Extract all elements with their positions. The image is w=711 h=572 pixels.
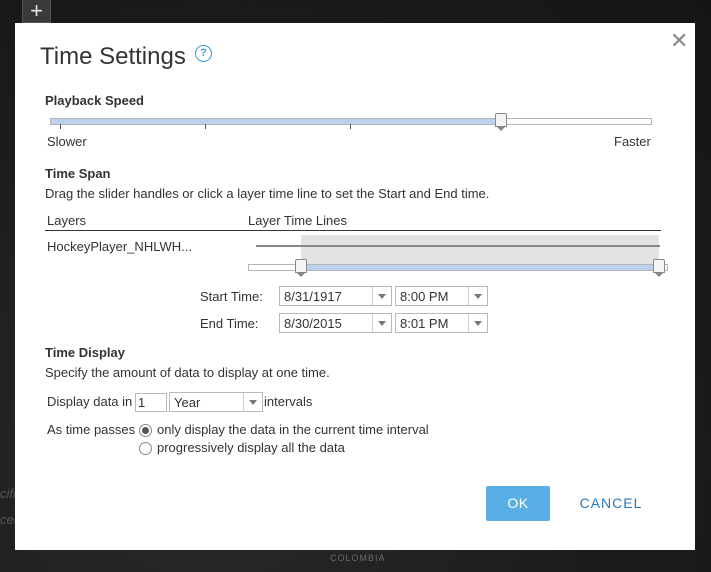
end-date-value: 8/30/2015: [284, 316, 342, 331]
interval-count-input[interactable]: 1: [135, 393, 167, 412]
slider-tick: [350, 124, 351, 129]
playback-speed-slider[interactable]: [50, 118, 652, 125]
layer-time-lines-header: Layer Time Lines: [248, 213, 347, 228]
playback-speed-fill: [51, 119, 501, 124]
time-display-description: Specify the amount of data to display at…: [45, 365, 330, 380]
start-time-handle[interactable]: [295, 259, 307, 277]
dialog-title: Time Settings: [40, 43, 186, 70]
start-date-value: 8/31/1917: [284, 289, 342, 304]
time-span-slider[interactable]: [248, 264, 668, 271]
map-country-label: COLOMBIA: [330, 553, 386, 563]
end-time-handle[interactable]: [653, 259, 665, 277]
time-span-description: Drag the slider handles or click a layer…: [45, 186, 490, 201]
start-time-label: Start Time:: [200, 289, 263, 304]
cancel-button[interactable]: CANCEL: [578, 486, 644, 521]
option-progressive-label[interactable]: progressively display all the data: [157, 440, 345, 455]
playback-speed-title: Playback Speed: [45, 93, 144, 108]
layer-name: HockeyPlayer_NHLWH...: [47, 239, 192, 254]
faster-label: Faster: [614, 134, 651, 149]
time-span-fill: [301, 265, 659, 270]
interval-unit-select[interactable]: Year: [169, 392, 263, 412]
chevron-down-icon[interactable]: [372, 314, 391, 332]
map-label: cifi: [0, 486, 16, 501]
time-settings-dialog: Time Settings ? ✕ Playback Speed Slower …: [15, 23, 695, 550]
zoom-in-button[interactable]: +: [22, 0, 51, 23]
time-span-title: Time Span: [45, 166, 111, 181]
end-time-select[interactable]: 8:01 PM: [395, 313, 488, 333]
chevron-down-icon[interactable]: [372, 287, 391, 305]
interval-unit-value: Year: [174, 395, 201, 410]
end-time-label: End Time:: [200, 316, 259, 331]
playback-speed-handle[interactable]: [495, 113, 507, 131]
end-date-select[interactable]: 8/30/2015: [279, 313, 392, 333]
header-divider: [45, 230, 661, 231]
start-time-value: 8:00 PM: [400, 289, 449, 304]
layers-header: Layers: [47, 213, 87, 228]
radio-progressive[interactable]: [139, 442, 152, 455]
chevron-down-icon[interactable]: [468, 314, 487, 332]
help-icon[interactable]: ?: [195, 45, 212, 62]
slower-label: Slower: [47, 134, 87, 149]
start-date-select[interactable]: 8/31/1917: [279, 286, 392, 306]
chevron-down-icon[interactable]: [468, 287, 487, 305]
radio-current-interval[interactable]: [139, 424, 152, 437]
layer-time-range[interactable]: [301, 235, 659, 264]
time-display-title: Time Display: [45, 345, 125, 360]
slider-tick: [205, 124, 206, 129]
start-time-select[interactable]: 8:00 PM: [395, 286, 488, 306]
as-time-passes-label: As time passes: [47, 422, 136, 437]
layer-time-line[interactable]: [256, 245, 660, 247]
display-suffix-label: intervals: [264, 394, 313, 409]
option-current-label[interactable]: only display the data in the current tim…: [157, 422, 429, 437]
chevron-down-icon[interactable]: [243, 393, 262, 411]
end-time-value: 8:01 PM: [400, 316, 449, 331]
close-icon[interactable]: ✕: [670, 30, 688, 52]
ok-button[interactable]: OK: [486, 486, 550, 521]
display-prefix-label: Display data in: [47, 394, 133, 409]
slider-tick: [60, 124, 61, 129]
